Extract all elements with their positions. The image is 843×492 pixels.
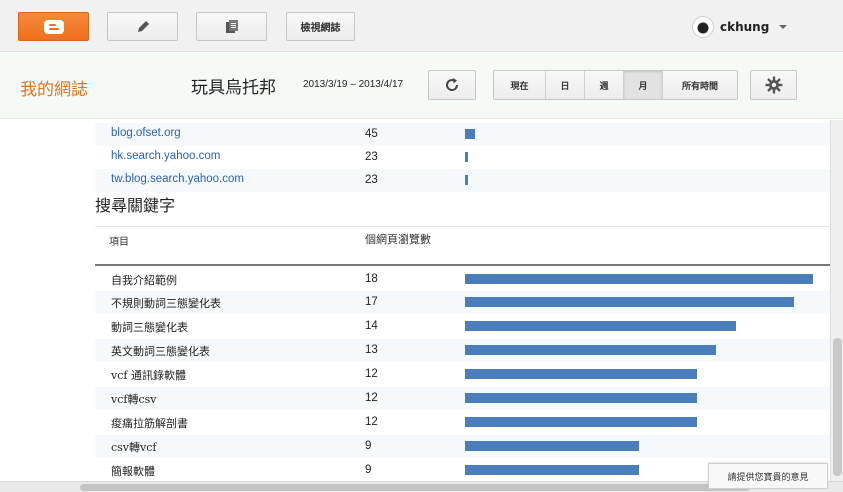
keyword-name: csv轉vcf [111,441,157,454]
user-menu[interactable]: ckhung [692,14,788,40]
view-count: 9 [365,440,372,452]
username: ckhung [720,20,770,34]
referrer-link[interactable]: hk.search.yahoo.com [111,150,220,162]
keyword-name: 不規則動詞三態變化表 [111,297,221,310]
gear-icon [765,76,782,94]
keyword-name: 痠痛拉筋解剖書 [111,417,188,430]
table-row: vcf轉csv 12 [95,387,830,410]
view-bar [465,274,813,284]
pencil-icon [137,20,149,32]
view-count: 12 [365,416,378,428]
view-count: 45 [365,128,378,140]
period-month-button[interactable]: 月 [623,71,662,99]
view-count: 9 [365,464,372,476]
blogger-logo-button[interactable] [18,12,89,41]
table-row: tw.blog.search.yahoo.com 23 [95,169,830,192]
period-day-button[interactable]: 日 [545,71,584,99]
view-bar [465,345,716,355]
stats-header: 我的網誌 玩具烏托邦 2013/3/19 – 2013/4/17 現在 日 週 … [0,53,843,119]
horizontal-scrollbar-thumb[interactable] [80,484,750,491]
section-title: 搜尋關鍵字 [95,196,176,215]
view-count: 23 [365,151,378,163]
column-header-item: 項目 [109,237,129,248]
feedback-button[interactable]: 請提供您寶貴的意見 [708,463,828,489]
my-blog-link[interactable]: 我的網誌 [20,75,88,100]
table-row: 英文動詞三態變化表 13 [95,339,830,362]
view-bar [465,175,468,185]
view-bar [465,297,794,307]
avatar [692,16,714,38]
view-blog-button[interactable]: 檢視網誌 [286,12,355,41]
period-week-button[interactable]: 週 [584,71,623,99]
table-row: hk.search.yahoo.com 23 [95,146,830,169]
stats-content: blog.ofset.org 45 hk.search.yahoo.com 23… [0,120,830,481]
view-count: 14 [365,320,378,332]
table-row: blog.ofset.org 45 [95,123,830,146]
refresh-button[interactable] [428,70,476,100]
vertical-scrollbar-thumb[interactable] [833,338,842,476]
view-count: 12 [365,392,378,404]
keyword-name: 動詞三態變化表 [111,321,188,334]
view-bar [465,129,475,139]
blog-title: 玩具烏托邦 [191,78,276,98]
keyword-name: vcf轉csv [111,393,157,406]
period-selector: 現在 日 週 月 所有時間 [493,70,738,100]
keyword-name: 簡報軟體 [111,465,155,478]
settings-button[interactable] [750,70,797,100]
posts-list-button[interactable] [196,12,267,41]
view-count: 18 [365,273,378,285]
view-bar [465,417,697,427]
view-bar [465,441,639,451]
referrer-link[interactable]: blog.ofset.org [111,127,181,139]
table-row: csv轉vcf 9 [95,435,830,458]
keyword-name: 英文動詞三態變化表 [111,345,210,358]
posts-icon [225,19,238,33]
refresh-icon [446,78,459,91]
view-bar [465,369,697,379]
column-header-views: 個網頁瀏覽數 [365,233,431,246]
view-bar [465,321,736,331]
view-bar [465,152,468,162]
view-count: 13 [365,344,378,356]
view-bar [465,465,639,475]
view-count: 23 [365,174,378,186]
table-row: vcf 通訊錄軟體 12 [95,363,830,386]
keyword-name: vcf 通訊錄軟體 [111,369,186,382]
period-now-button[interactable]: 現在 [494,71,545,99]
top-bar: 檢視網誌 ckhung [0,0,843,52]
referrer-link[interactable]: tw.blog.search.yahoo.com [111,173,244,185]
table-header: 項目 個網頁瀏覽數 [95,226,830,266]
blogger-icon [43,19,64,34]
date-range: 2013/3/19 – 2013/4/17 [303,79,404,90]
view-count: 12 [365,368,378,380]
table-row: 不規則動詞三態變化表 17 [95,291,830,314]
new-post-button[interactable] [107,12,178,41]
table-row: 痠痛拉筋解剖書 12 [95,411,830,434]
keyword-name: 自我介紹範例 [111,274,177,287]
period-alltime-button[interactable]: 所有時間 [662,71,737,99]
caret-down-icon [779,25,788,29]
view-count: 17 [365,296,378,308]
vertical-scrollbar[interactable] [830,120,843,481]
table-row: 自我介紹範例 18 [95,268,830,291]
view-bar [465,393,697,403]
table-row: 動詞三態變化表 14 [95,315,830,338]
